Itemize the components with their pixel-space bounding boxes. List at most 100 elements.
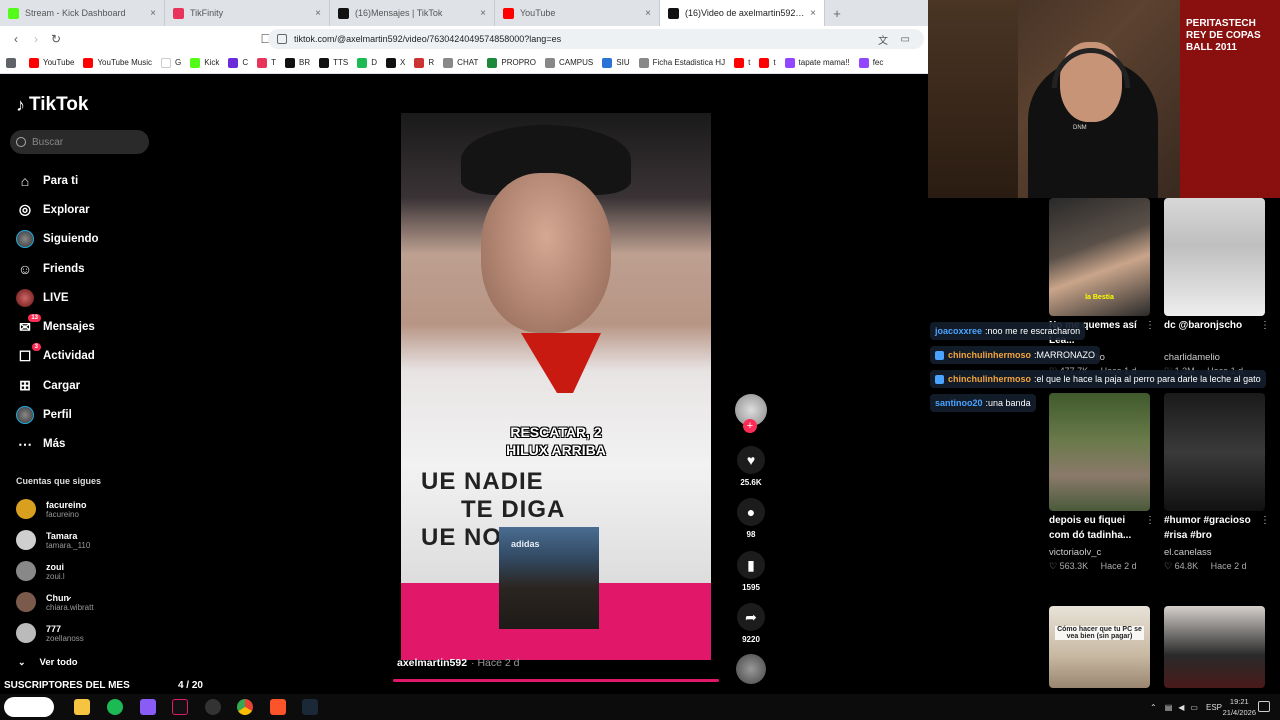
close-icon[interactable]: × xyxy=(315,8,321,19)
feed-video-thumbnail[interactable] xyxy=(1049,393,1150,511)
chat-username[interactable]: chinchulinhermoso xyxy=(948,350,1031,360)
battery-icon[interactable]: ▭ xyxy=(1190,703,1198,712)
bookmark-item[interactable]: Kick xyxy=(190,57,219,68)
bookmark-item[interactable]: CHAT xyxy=(443,57,478,68)
discord-icon[interactable] xyxy=(140,699,156,715)
feed-video-title[interactable]: #humor #gracioso #risa #bro xyxy=(1164,513,1256,543)
sidebar-item-actividad[interactable]: ☐ 3 Actividad xyxy=(16,342,156,371)
volume-icon[interactable]: ◀ xyxy=(1178,703,1184,712)
url-field[interactable]: tiktok.com/@axelmartin592/video/76304240… xyxy=(268,29,924,49)
chat-username[interactable]: santinoo20 xyxy=(935,398,983,408)
browser-tab[interactable]: Stream - Kick Dashboard × xyxy=(0,0,165,26)
bookmark-item[interactable]: G xyxy=(161,57,181,68)
feed-video-thumbnail[interactable] xyxy=(1164,198,1265,316)
obs-icon[interactable] xyxy=(205,699,221,715)
comment-button[interactable]: ● 98 xyxy=(735,498,767,539)
steam-icon[interactable] xyxy=(302,699,318,715)
sidebar-item-para-ti[interactable]: ⌂ Para ti xyxy=(16,166,156,195)
bookmark-item[interactable]: R xyxy=(414,57,434,68)
video-author[interactable]: axelmartin592 · Hace 2 d xyxy=(397,657,520,669)
feed-video-user[interactable]: victoriaolv_c xyxy=(1049,547,1101,558)
reload-icon[interactable]: ↻ xyxy=(46,32,66,46)
clock[interactable]: 19:21 21/4/2026 xyxy=(1223,696,1256,718)
bookmark-item[interactable]: tapate mama!! xyxy=(784,57,850,68)
sidebar-item-siguiendo[interactable]: Siguiendo xyxy=(16,225,156,254)
browser-tab[interactable]: (16)Mensajes | TikTok × xyxy=(330,0,495,26)
bookmark-item[interactable]: YouTube xyxy=(29,57,74,68)
feed-video-thumbnail[interactable]: Cómo hacer que tu PC se vea bien (sin pa… xyxy=(1049,606,1150,688)
back-icon[interactable]: ‹ xyxy=(6,32,26,46)
bookmark-item[interactable] xyxy=(6,57,20,68)
language-indicator[interactable]: ESP xyxy=(1206,703,1222,712)
bookmark-item[interactable]: D xyxy=(357,57,377,68)
chat-username[interactable]: joacoxxree xyxy=(935,326,982,336)
ver-todo-link[interactable]: ⌄ Ver todo xyxy=(18,657,78,668)
translate-icon[interactable]: 文 xyxy=(878,32,888,47)
bookmark-item[interactable]: X xyxy=(386,57,405,68)
following-account[interactable]: 777 zoellanoss xyxy=(16,618,156,648)
following-account[interactable]: facureino facureino xyxy=(16,494,156,524)
share-button[interactable]: ➦ 9220 xyxy=(735,603,767,644)
author-name[interactable]: axelmartin592 xyxy=(397,657,467,669)
network-icon[interactable]: ▤ xyxy=(1165,703,1173,712)
sidebar-item-más[interactable]: ⋯ Más xyxy=(16,430,156,459)
feed-video-thumbnail[interactable] xyxy=(1164,606,1265,688)
bookmark-item[interactable]: YouTube Music xyxy=(83,57,152,68)
following-account[interactable]: Chun̷ chiara.wibratt xyxy=(16,587,156,617)
bookmark-item[interactable]: C xyxy=(228,57,248,68)
feed-video-user[interactable]: charlidamelio xyxy=(1164,352,1220,363)
new-tab-icon[interactable]: + xyxy=(825,0,849,26)
close-icon[interactable]: × xyxy=(810,8,816,19)
feed-video-title[interactable]: dc @baronjscho xyxy=(1164,318,1256,348)
brave-icon[interactable] xyxy=(270,699,286,715)
close-icon[interactable]: × xyxy=(150,8,156,19)
bookmark-item[interactable]: T xyxy=(257,57,276,68)
save-button[interactable]: ▮ 1595 xyxy=(735,551,767,592)
following-account[interactable]: zoui zoui.l xyxy=(16,556,156,586)
tray-chevron-icon[interactable]: ⌃ xyxy=(1150,703,1157,712)
tiktok-live-icon[interactable] xyxy=(172,699,188,715)
spotify-icon[interactable] xyxy=(107,699,123,715)
bookmark-item[interactable]: SIU xyxy=(602,57,630,68)
notification-icon[interactable] xyxy=(1258,701,1270,712)
bookmark-item[interactable]: fec xyxy=(858,57,883,68)
video-progress-bar[interactable] xyxy=(393,679,719,682)
follow-plus-icon[interactable]: + xyxy=(743,419,757,433)
chat-username[interactable]: chinchulinhermoso xyxy=(948,374,1031,384)
site-info-icon[interactable] xyxy=(277,34,287,44)
sidebar-item-perfil[interactable]: Perfil xyxy=(16,400,156,429)
feed-video-title[interactable]: depois eu fiquei com dó tadinha... xyxy=(1049,513,1141,543)
feed-video-thumbnail[interactable]: la Bestia xyxy=(1049,198,1150,316)
cast-icon[interactable]: ▭ xyxy=(901,34,910,45)
browser-tab[interactable]: (16)Video de axelmartin592 (@a × xyxy=(660,0,825,26)
browser-tab[interactable]: YouTube × xyxy=(495,0,660,26)
video-player[interactable]: RESCATAR, 2 HILUX ARRIBA UE NADIE TE DIGA U… xyxy=(401,113,711,660)
like-button[interactable]: ♥ 25.6K xyxy=(735,446,767,487)
bookmark-item[interactable]: t xyxy=(759,57,776,68)
bookmark-item[interactable]: CAMPUS xyxy=(545,57,593,68)
more-options-icon[interactable]: ⋮ xyxy=(1145,320,1155,331)
file-explorer-icon[interactable] xyxy=(74,699,90,715)
bookmark-item[interactable]: BR xyxy=(285,57,310,68)
sidebar-item-live[interactable]: LIVE xyxy=(16,283,156,312)
bookmark-item[interactable]: Ficha Estadistica HJ xyxy=(638,57,725,68)
close-icon[interactable]: × xyxy=(480,8,486,19)
chrome-icon[interactable] xyxy=(237,699,253,715)
close-icon[interactable]: × xyxy=(645,8,651,19)
bookmark-item[interactable]: TTS xyxy=(319,57,348,68)
more-options-icon[interactable]: ⋮ xyxy=(1260,320,1270,331)
browser-tab[interactable]: TikFinity × xyxy=(165,0,330,26)
following-account[interactable]: Tamara tamara._110 xyxy=(16,525,156,555)
sidebar-item-cargar[interactable]: ⊞ Cargar xyxy=(16,371,156,400)
sidebar-item-friends[interactable]: ☺ Friends xyxy=(16,254,156,283)
forward-icon[interactable]: › xyxy=(26,32,46,46)
taskbar-search[interactable] xyxy=(4,697,54,717)
feed-video-thumbnail[interactable] xyxy=(1164,393,1265,511)
sidebar-item-mensajes[interactable]: ✉ 13 Mensajes xyxy=(16,312,156,341)
more-options-icon[interactable]: ⋮ xyxy=(1260,515,1270,526)
bookmark-item[interactable]: PROPRO xyxy=(487,57,536,68)
search-input[interactable]: Buscar xyxy=(10,130,149,154)
music-disc-icon[interactable] xyxy=(736,654,766,684)
sidebar-item-explorar[interactable]: ◎ Explorar xyxy=(16,195,156,224)
more-options-icon[interactable]: ⋮ xyxy=(1145,515,1155,526)
